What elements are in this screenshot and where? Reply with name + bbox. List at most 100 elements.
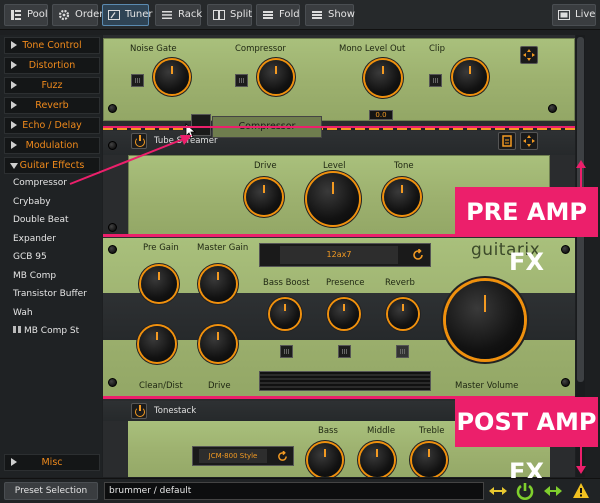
category-tone-control[interactable]: Tone Control [4, 37, 100, 54]
compressor-knob[interactable] [259, 60, 293, 94]
engine-power-icon[interactable] [515, 481, 535, 501]
pool-button[interactable]: Pool [4, 4, 48, 26]
move-icon[interactable] [520, 132, 538, 150]
presence-switch[interactable] [338, 345, 351, 358]
tone-label: Tone [394, 161, 414, 171]
screw [108, 245, 117, 254]
refresh-icon [413, 249, 423, 260]
tone-knob[interactable] [384, 179, 420, 215]
tonestack-model-selector[interactable]: JCM-800 Style [192, 446, 294, 466]
tube-selector[interactable]: 12ax7 [259, 243, 431, 267]
live-button[interactable]: Live [552, 4, 596, 26]
drive-label: Drive [208, 381, 231, 391]
reverb-knob[interactable] [388, 299, 418, 329]
split-label: Split [230, 9, 253, 20]
master-volume-label: Master Volume [455, 381, 519, 391]
show-label: Show [328, 9, 355, 20]
plugin-double-beat[interactable]: Double Beat [13, 215, 69, 225]
category-misc[interactable]: Misc [4, 454, 100, 471]
bass-boost-knob[interactable] [270, 299, 300, 329]
order-button[interactable]: Order [52, 4, 103, 26]
screw [108, 223, 117, 232]
preset-scroll-icon[interactable] [488, 485, 508, 497]
bass-boost-switch[interactable] [280, 345, 293, 358]
expand-arrow-icon [11, 141, 17, 149]
reverb-switch[interactable] [396, 345, 409, 358]
drive-label: Drive [254, 161, 277, 171]
collapse-arrow-icon [10, 163, 18, 169]
level-readout: 0.0 [369, 110, 393, 120]
clip-label: Clip [429, 44, 446, 54]
level-knob[interactable] [307, 173, 359, 225]
drive-knob[interactable] [200, 326, 236, 362]
tuner-icon [108, 10, 120, 20]
bass-knob[interactable] [308, 443, 342, 477]
warning-icon[interactable] [572, 482, 590, 499]
plugin-mb-comp[interactable]: MB Comp [13, 271, 56, 281]
toolbar: Pool Order Tuner Rack Split Fold Show Li… [0, 0, 600, 30]
presence-knob[interactable] [329, 299, 359, 329]
gear-icon [58, 9, 70, 21]
compressor-switch[interactable] [235, 74, 248, 87]
tonestack-model-value: JCM-800 Style [199, 449, 267, 463]
mono-level-out-label: Mono Level Out [339, 44, 406, 54]
clip-switch[interactable] [429, 74, 442, 87]
clean-dist-knob[interactable] [139, 326, 175, 362]
plugin-label: MB Comp St [24, 326, 80, 336]
noise-gate-knob[interactable] [155, 60, 189, 94]
plugin-transistor-buffer[interactable]: Transistor Buffer [13, 289, 87, 299]
split-button[interactable]: Split [207, 4, 252, 26]
preset-selection-button[interactable]: Preset Selection [4, 482, 98, 500]
expand-arrow-icon [11, 61, 17, 69]
master-gain-knob[interactable] [200, 266, 236, 302]
treble-knob[interactable] [412, 443, 446, 477]
category-fuzz[interactable]: Fuzz [4, 77, 100, 94]
bypass-arrows-icon[interactable] [543, 485, 563, 497]
fold-label: Fold [279, 9, 300, 20]
screw [108, 104, 117, 113]
expand-arrow-icon [11, 41, 17, 49]
tube-selector-value: 12ax7 [280, 246, 398, 264]
reverb-label: Reverb [385, 278, 415, 288]
fold-button[interactable]: Fold [256, 4, 300, 26]
preset-file-icon[interactable] [498, 132, 516, 150]
show-button[interactable]: Show [305, 4, 355, 26]
plugin-crybaby[interactable]: Crybaby [13, 197, 51, 207]
pre-gain-label: Pre Gain [143, 243, 179, 253]
category-distortion[interactable]: Distortion [4, 57, 100, 74]
tuner-button[interactable]: Tuner [102, 4, 153, 26]
category-reverb[interactable]: Reverb [4, 97, 100, 114]
preset-name-field[interactable]: brummer / default [104, 482, 484, 500]
down-arrow-icon [576, 444, 586, 474]
move-icon[interactable] [520, 46, 538, 64]
bass-boost-label: Bass Boost [263, 278, 310, 288]
live-label: Live [575, 9, 596, 20]
drive-knob[interactable] [246, 179, 282, 215]
noise-gate-switch[interactable] [131, 74, 144, 87]
compressor-unit: Noise Gate Compressor Mono Level Out Cli… [103, 38, 575, 121]
plugin-compressor[interactable]: Compressor [13, 178, 67, 188]
tonestack-power-icon[interactable] [131, 403, 147, 419]
pre-gain-knob[interactable] [141, 266, 177, 302]
master-volume-knob[interactable] [446, 281, 524, 359]
pool-icon [11, 10, 21, 20]
plugin-wah[interactable]: Wah [13, 308, 33, 318]
screw [561, 245, 570, 254]
noise-gate-label: Noise Gate [130, 44, 177, 54]
compressor-label: Compressor [235, 44, 286, 54]
clip-knob[interactable] [453, 60, 487, 94]
category-label: Distortion [28, 60, 76, 71]
plugin-expander[interactable]: Expander [13, 234, 56, 244]
post-amp-fx-banner: POST AMP FX [455, 397, 598, 486]
plugin-mb-comp-st[interactable]: MB Comp St [13, 326, 79, 336]
rack-button[interactable]: Rack [155, 4, 202, 26]
middle-knob[interactable] [360, 443, 394, 477]
plugin-gcb-95[interactable]: GCB 95 [13, 252, 47, 262]
bottom-bar: Preset Selection brummer / default [0, 478, 600, 503]
expand-arrow-icon [11, 121, 17, 129]
sidebar: Tone Control Distortion Fuzz Reverb Echo… [0, 35, 102, 477]
category-label: Misc [41, 457, 63, 468]
mono-level-knob[interactable] [365, 60, 401, 96]
amp-unit: Pre Gain Master Gain 12ax7 guitarix Bass… [103, 238, 575, 396]
level-label: Level [323, 161, 346, 171]
